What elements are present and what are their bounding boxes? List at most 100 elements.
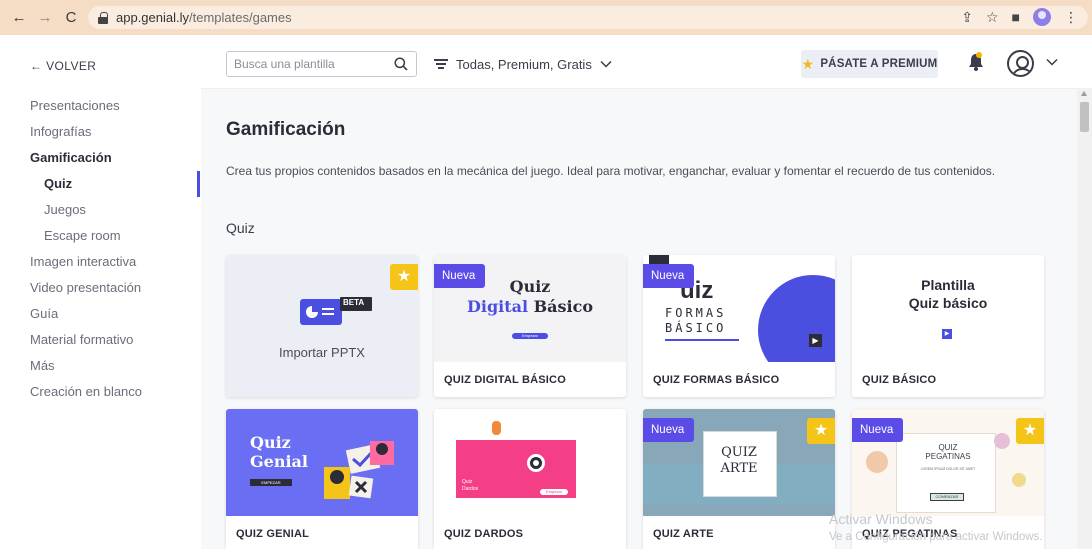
template-card[interactable]: QUIZ PEGATINAS LOREM IPSUM DOLOR SIT AME…	[852, 409, 1044, 549]
sidebar-item-imagen-interactiva[interactable]: Imagen interactiva	[0, 249, 200, 275]
template-card[interactable]: Plantilla Quiz básico ▶ QUIZ BÁSICO	[852, 255, 1044, 397]
sidebar-item-material-formativo[interactable]: Material formativo	[0, 327, 200, 353]
template-thumbnail: Quiz Dardos Empezar	[434, 409, 626, 516]
thumb-button: Empezar	[512, 333, 548, 339]
sidebar-item-guia[interactable]: Guía	[0, 301, 200, 327]
thumb-line: Dardos	[462, 486, 479, 492]
filter-label: Todas, Premium, Gratis	[456, 56, 592, 72]
search-input[interactable]	[234, 57, 384, 71]
lock-icon	[98, 11, 108, 24]
scrollbar[interactable]	[1077, 88, 1092, 549]
sidebar-item-mas[interactable]: Más	[0, 353, 200, 379]
new-badge: Nueva	[852, 418, 904, 447]
card-label: QUIZ GENIAL	[236, 528, 310, 540]
template-thumbnail: Plantilla Quiz básico ▶	[852, 255, 1044, 362]
sidebar-nav: Presentaciones Infografías Gamificación …	[0, 93, 200, 405]
premium-button[interactable]: ★ PÁSATE A PREMIUM	[801, 50, 938, 78]
import-pptx-card[interactable]: ★ BETA Importar PPTX	[226, 255, 418, 397]
kebab-menu-icon[interactable]: ⋮	[1064, 9, 1078, 26]
thumb-figure	[492, 421, 501, 435]
browser-actions: ⇪ ☆ ■ ⋮	[961, 8, 1078, 26]
beta-badge: BETA	[343, 298, 365, 307]
thumb-subtitle: Genial	[250, 452, 308, 471]
thumb-button: COMENZAR	[930, 493, 964, 501]
user-avatar-icon[interactable]	[1007, 50, 1034, 77]
windows-activation-hint: Ve a Configuración para activar Windows.	[829, 531, 1043, 543]
scrollbar-thumb[interactable]	[1080, 102, 1089, 132]
sidebar-item-quiz[interactable]: Quiz	[0, 171, 200, 197]
thumb-line: FORMAS	[665, 306, 727, 320]
card-label: QUIZ DARDOS	[444, 528, 524, 540]
thumb-title: Quiz	[250, 433, 291, 452]
new-badge: Nueva	[643, 264, 695, 293]
thumb-sticker	[994, 433, 1010, 449]
thumb-blob-shape	[758, 275, 835, 362]
windows-activation-watermark: Activar Windows	[829, 511, 933, 527]
main-content: Gamificación Crea tus propios contenidos…	[201, 88, 1077, 549]
star-icon: ★	[801, 55, 815, 72]
sidebar-item-presentaciones[interactable]: Presentaciones	[0, 93, 200, 119]
bookmark-star-icon[interactable]: ☆	[986, 9, 999, 26]
template-card[interactable]: Quiz Dardos Empezar QUIZ DARDOS	[434, 409, 626, 549]
thumb-subtitle: Digital Básico	[466, 297, 594, 316]
thumb-title: QUIZ	[721, 445, 757, 460]
filter-icon	[434, 58, 448, 70]
search-box	[226, 51, 417, 77]
sidebar-item-infografias[interactable]: Infografías	[0, 119, 200, 145]
card-label: Importar PPTX	[279, 345, 365, 360]
card-label: QUIZ ARTE	[653, 528, 714, 540]
card-label: QUIZ DIGITAL BÁSICO	[444, 374, 566, 386]
thumb-button: EMPEZAR	[250, 479, 292, 486]
sidebar-item-video-presentacion[interactable]: Video presentación	[0, 275, 200, 301]
browser-toolbar: ← → C app.genial.ly/templates/games ⇪ ☆ …	[0, 0, 1092, 35]
section-title: Quiz	[226, 220, 255, 236]
premium-star-icon: ★	[807, 418, 835, 444]
card-label: QUIZ FORMAS BÁSICO	[653, 374, 780, 386]
thumb-arrow-icon: ▶	[942, 329, 952, 339]
sidebar-item-gamificacion[interactable]: Gamificación	[0, 145, 200, 171]
template-card[interactable]: uiz FORMAS BÁSICO ▶ Nueva QUIZ FORMAS BÁ…	[643, 255, 835, 397]
back-link[interactable]: ← VOLVER	[30, 59, 96, 73]
thumb-subtitle: ARTE	[720, 461, 758, 476]
url-text: app.genial.ly/templates/games	[116, 10, 292, 25]
back-arrow-icon[interactable]: ←	[8, 7, 30, 29]
profile-icon[interactable]	[1033, 8, 1051, 26]
address-bar[interactable]: app.genial.ly/templates/games	[88, 6, 1088, 29]
thumb-line: Quiz	[462, 479, 473, 485]
thumb-sticker	[866, 451, 888, 473]
sidebar-item-creacion-en-blanco[interactable]: Creación en blanco	[0, 379, 200, 405]
forward-arrow-icon[interactable]: →	[34, 7, 56, 29]
thumb-title: Plantilla	[921, 277, 975, 293]
chevron-down-icon	[600, 60, 612, 68]
thumb-underline	[665, 339, 739, 341]
template-card[interactable]: QUIZ ARTE Nueva ★ QUIZ ARTE	[643, 409, 835, 549]
page-title: Gamificación	[226, 119, 346, 140]
avatar-chevron-down-icon[interactable]	[1046, 58, 1058, 66]
template-card[interactable]: Quiz Genial EMPEZAR QUIZ GENIAL	[226, 409, 418, 549]
new-badge: Nueva	[434, 264, 486, 293]
notification-dot	[976, 52, 982, 58]
page-description: Crea tus propios contenidos basados en l…	[226, 164, 996, 178]
thumb-sticker	[1012, 473, 1026, 487]
new-badge: Nueva	[643, 418, 695, 447]
thumb-illustration	[324, 441, 394, 499]
sidebar-item-juegos[interactable]: Juegos	[0, 197, 200, 223]
template-card[interactable]: Quiz Digital Básico Empezar Nueva QUIZ D…	[434, 255, 626, 397]
share-icon[interactable]: ⇪	[961, 9, 973, 26]
template-thumbnail: Quiz Genial EMPEZAR	[226, 409, 418, 516]
premium-star-icon: ★	[1016, 418, 1044, 444]
sidebar-item-escape-room[interactable]: Escape room	[0, 223, 200, 249]
search-icon[interactable]	[394, 57, 408, 71]
thumb-line: BÁSICO	[665, 321, 727, 335]
premium-label: PÁSATE A PREMIUM	[820, 58, 938, 70]
sidebar: ← VOLVER Presentaciones Infografías Gami…	[0, 35, 200, 549]
filter-dropdown[interactable]: Todas, Premium, Gratis	[434, 51, 612, 77]
card-label: QUIZ BÁSICO	[862, 374, 937, 386]
tab-view-icon[interactable]: ■	[1012, 9, 1020, 25]
target-icon	[527, 454, 545, 472]
thumb-arrow-icon: ▶	[809, 334, 822, 347]
premium-star-icon: ★	[390, 264, 418, 290]
reload-icon[interactable]: C	[60, 7, 82, 29]
thumb-subtitle: Quiz básico	[908, 295, 988, 311]
scroll-up-arrow-icon[interactable]	[1081, 91, 1087, 96]
